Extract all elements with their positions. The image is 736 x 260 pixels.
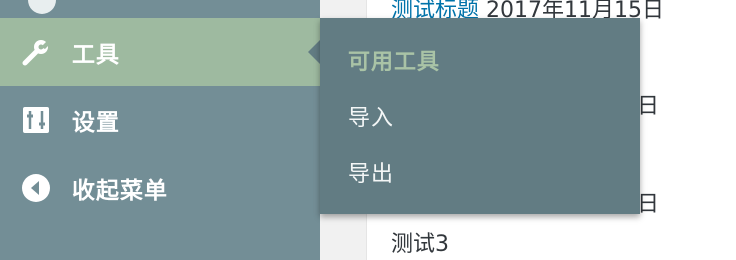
tools-submenu: 可用工具 导入 导出 (320, 18, 640, 214)
collapse-arrow-icon (18, 170, 54, 206)
sliders-icon (18, 102, 54, 138)
sidebar-item-label: 设置 (72, 110, 120, 136)
table-row: 日 (637, 94, 660, 119)
sidebar-item-settings[interactable]: 设置 (0, 86, 320, 154)
sidebar-item-partial[interactable] (0, 0, 320, 18)
admin-sidebar: 工具 设置 收起菜单 (0, 0, 320, 260)
sidebar-item-tools[interactable]: 工具 (0, 18, 320, 86)
wrench-icon (18, 34, 54, 70)
menu-icon-partial (28, 0, 56, 14)
post-title[interactable]: 测试3 (391, 226, 449, 258)
submenu-title[interactable]: 可用工具 (348, 44, 440, 76)
sidebar-item-collapse[interactable]: 收起菜单 (0, 154, 320, 222)
sidebar-item-label: 工具 (72, 42, 120, 68)
table-row: 日 (637, 192, 660, 217)
sidebar-item-label: 收起菜单 (72, 178, 168, 204)
submenu-item-import[interactable]: 导入 (348, 100, 394, 132)
submenu-item-export[interactable]: 导出 (348, 156, 394, 188)
